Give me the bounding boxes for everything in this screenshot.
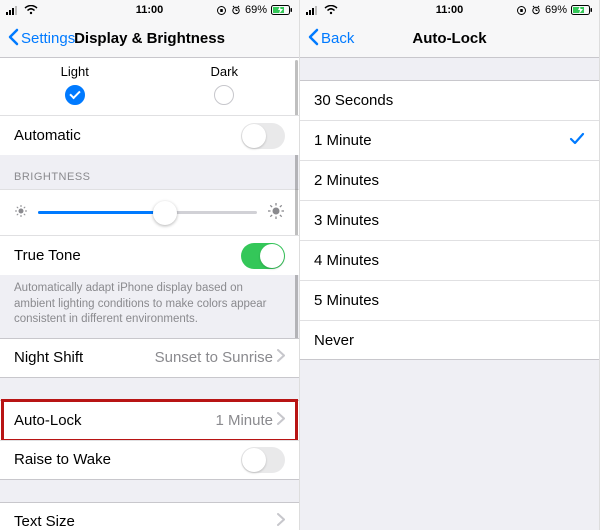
- option-label: 30 Seconds: [314, 92, 393, 109]
- back-label: Back: [321, 30, 354, 47]
- rotation-lock-icon: [216, 5, 227, 16]
- auto-lock-option[interactable]: 1 Minute: [300, 120, 599, 160]
- appearance-light-label: Light: [61, 64, 89, 79]
- chevron-right-icon: [277, 513, 285, 530]
- text-size-label: Text Size: [14, 513, 75, 530]
- battery-icon: [271, 5, 293, 15]
- status-bar: 11:00 69%: [0, 0, 299, 20]
- raise-to-wake-label: Raise to Wake: [14, 451, 111, 468]
- auto-lock-option[interactable]: 4 Minutes: [300, 240, 599, 280]
- option-label: 5 Minutes: [314, 292, 379, 309]
- automatic-cell[interactable]: Automatic: [0, 115, 299, 155]
- wifi-icon: [324, 5, 338, 15]
- auto-lock-detail: 1 Minute: [215, 412, 273, 429]
- automatic-switch[interactable]: [241, 123, 285, 149]
- auto-lock-option[interactable]: 5 Minutes: [300, 280, 599, 320]
- raise-to-wake-switch[interactable]: [241, 447, 285, 473]
- appearance-dark[interactable]: Dark: [150, 64, 300, 105]
- auto-lock-options: 30 Seconds 1 Minute 2 Minutes 3 Minutes 4 Mi…: [300, 80, 599, 360]
- auto-lock-label: Auto-Lock: [14, 412, 82, 429]
- nav-bar: Back Auto-Lock: [300, 20, 599, 58]
- appearance-dark-label: Dark: [211, 64, 238, 79]
- scrollbar[interactable]: [295, 60, 298, 360]
- automatic-label: Automatic: [14, 127, 81, 144]
- radio-unchecked-icon: [214, 85, 234, 105]
- page-title: Display & Brightness: [74, 30, 225, 47]
- sun-high-icon: [267, 202, 285, 223]
- radio-checked-icon: [65, 85, 85, 105]
- true-tone-cell[interactable]: True Tone: [0, 235, 299, 275]
- back-button[interactable]: Settings: [8, 28, 75, 50]
- status-time: 11:00: [136, 4, 164, 16]
- status-bar: 11:00 69%: [300, 0, 599, 20]
- screen-auto-lock: 11:00 69% Back Auto-Lock 30 Seconds 1 Min…: [300, 0, 600, 530]
- content[interactable]: Light Dark Automatic BRIGHTNESS: [0, 58, 299, 530]
- wifi-icon: [24, 5, 38, 15]
- true-tone-footer: Automatically adapt iPhone display based…: [0, 275, 299, 338]
- night-shift-detail: Sunset to Sunrise: [155, 349, 273, 366]
- appearance-light[interactable]: Light: [0, 64, 150, 105]
- chevron-right-icon: [277, 412, 285, 429]
- auto-lock-option[interactable]: 2 Minutes: [300, 160, 599, 200]
- night-shift-label: Night Shift: [14, 349, 83, 366]
- status-time: 11:00: [436, 4, 464, 16]
- battery-icon: [571, 5, 593, 15]
- alarm-icon: [231, 5, 241, 15]
- brightness-slider[interactable]: [38, 211, 257, 214]
- back-button[interactable]: Back: [308, 28, 354, 50]
- checkmark-icon: [569, 131, 585, 151]
- auto-lock-option[interactable]: Never: [300, 320, 599, 360]
- true-tone-switch[interactable]: [241, 243, 285, 269]
- battery-pct: 69%: [545, 4, 567, 16]
- alarm-icon: [531, 5, 541, 15]
- option-label: 2 Minutes: [314, 172, 379, 189]
- slider-thumb[interactable]: [153, 201, 177, 225]
- text-size-cell[interactable]: Text Size: [0, 502, 299, 530]
- option-label: 3 Minutes: [314, 212, 379, 229]
- chevron-right-icon: [277, 349, 285, 366]
- brightness-header: BRIGHTNESS: [0, 155, 299, 189]
- true-tone-label: True Tone: [14, 247, 81, 264]
- battery-pct: 69%: [245, 4, 267, 16]
- signal-icon: [306, 5, 320, 15]
- chevron-left-icon: [8, 28, 19, 50]
- chevron-left-icon: [308, 28, 319, 50]
- nav-bar: Settings Display & Brightness: [0, 20, 299, 58]
- sun-low-icon: [14, 204, 28, 221]
- option-label: 4 Minutes: [314, 252, 379, 269]
- auto-lock-option[interactable]: 30 Seconds: [300, 80, 599, 120]
- auto-lock-cell[interactable]: Auto-Lock 1 Minute: [0, 400, 299, 440]
- content[interactable]: 30 Seconds 1 Minute 2 Minutes 3 Minutes 4 Mi…: [300, 58, 599, 530]
- auto-lock-option[interactable]: 3 Minutes: [300, 200, 599, 240]
- screen-display-brightness: 11:00 69% Settings Display & Brightness: [0, 0, 300, 530]
- rotation-lock-icon: [516, 5, 527, 16]
- raise-to-wake-cell[interactable]: Raise to Wake: [0, 440, 299, 480]
- night-shift-cell[interactable]: Night Shift Sunset to Sunrise: [0, 338, 299, 378]
- option-label: Never: [314, 332, 354, 349]
- appearance-picker: Light Dark: [0, 58, 299, 115]
- option-label: 1 Minute: [314, 132, 372, 149]
- brightness-slider-row: [0, 189, 299, 235]
- signal-icon: [6, 5, 20, 15]
- back-label: Settings: [21, 30, 75, 47]
- page-title: Auto-Lock: [412, 30, 486, 47]
